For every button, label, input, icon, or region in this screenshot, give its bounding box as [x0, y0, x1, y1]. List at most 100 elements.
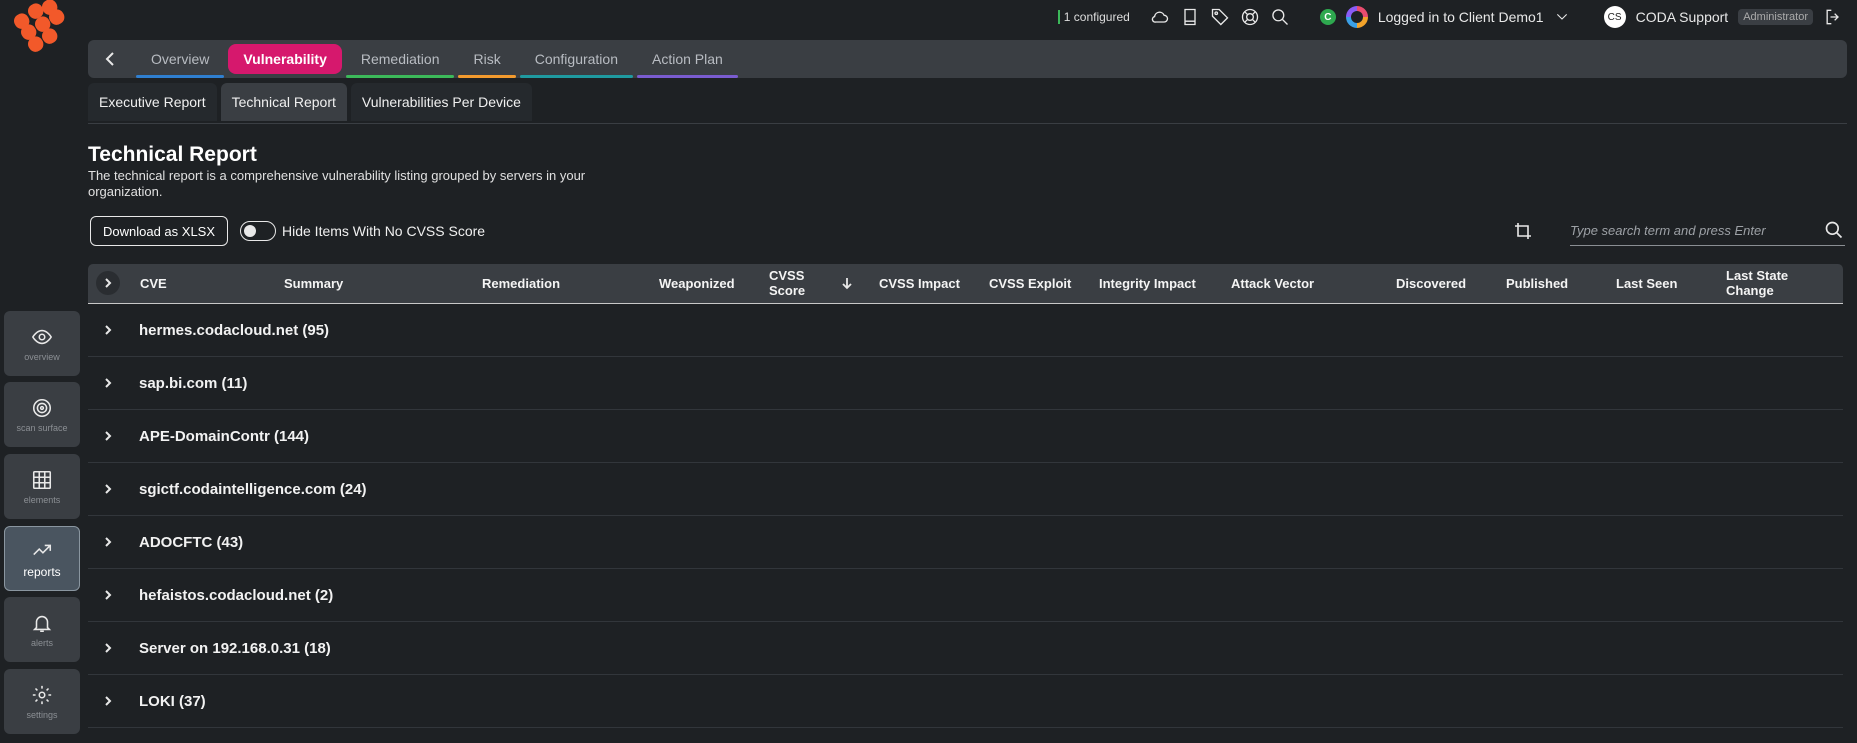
column-header-published[interactable]: Published	[1506, 264, 1568, 302]
sidebar-item-overview[interactable]: overview	[4, 311, 80, 376]
tab-label: Risk	[473, 51, 501, 67]
chevron-right-icon[interactable]	[102, 324, 114, 336]
chevron-right-icon[interactable]	[102, 483, 114, 495]
sidebar-item-scan-surface[interactable]: scan surface	[4, 382, 80, 447]
group-label: ADOCFTC (43)	[139, 533, 244, 551]
tab-label: Remediation	[360, 51, 440, 67]
sidebar-item-label: elements	[23, 494, 61, 505]
trend-icon	[33, 544, 52, 555]
tab-label: Vulnerability	[243, 51, 327, 67]
column-header-cve[interactable]: CVE	[140, 264, 167, 302]
search-icon[interactable]	[1824, 220, 1844, 240]
client-ring-icon	[1345, 6, 1368, 28]
client-label: Logged in to Client Demo1	[1377, 9, 1544, 25]
tab-overview[interactable]: Overview	[136, 44, 225, 78]
table-row[interactable]: LOKI (37)	[88, 675, 1843, 728]
search-icon[interactable]	[1270, 7, 1290, 27]
tab-risk[interactable]: Risk	[458, 44, 516, 78]
search-input[interactable]	[1570, 216, 1845, 245]
crop-icon[interactable]	[1514, 222, 1532, 240]
search-field-wrapper	[1570, 216, 1845, 246]
tab-underline	[136, 75, 225, 78]
sidebar-item-elements[interactable]: elements	[4, 454, 80, 519]
bell-icon	[32, 615, 52, 632]
expand-all-button[interactable]	[96, 271, 120, 295]
report-subtabs: Executive Report Technical Report Vulner…	[88, 83, 532, 121]
table-row[interactable]: sap.bi.com (11)	[88, 357, 1843, 410]
column-header-cvss-score[interactable]: CVSS Score	[769, 264, 819, 302]
back-button[interactable]	[100, 48, 122, 70]
column-header-summary[interactable]: Summary	[284, 264, 343, 302]
download-xlsx-button[interactable]: Download as XLSX	[90, 216, 229, 246]
chevron-right-icon[interactable]	[102, 536, 114, 548]
tab-underline	[345, 75, 455, 78]
page-title: Technical Report	[88, 143, 257, 166]
group-label: APE-DomainContr (144)	[139, 427, 310, 445]
column-header-discovered[interactable]: Discovered	[1396, 264, 1466, 302]
column-header-weaponized[interactable]: Weaponized	[659, 264, 735, 302]
chevron-right-icon[interactable]	[102, 589, 114, 601]
top-bar: 1 configured C Logged in to Client Demo1…	[90, 0, 1857, 34]
table-header: CVE Summary Remediation Weaponized CVSS …	[88, 264, 1843, 304]
target-icon	[32, 398, 52, 417]
group-label: sap.bi.com (11)	[139, 374, 248, 392]
column-header-last-seen[interactable]: Last Seen	[1616, 264, 1677, 302]
chevron-right-icon[interactable]	[102, 695, 114, 707]
help-lifebuoy-icon[interactable]	[1240, 7, 1260, 27]
tab-underline	[519, 75, 633, 78]
column-header-last-state-change[interactable]: Last State Change	[1726, 264, 1806, 302]
column-header-integrity-impact[interactable]: Integrity Impact	[1099, 264, 1196, 302]
tab-underline	[637, 75, 738, 78]
chevron-right-icon[interactable]	[102, 430, 114, 442]
tab-label: Overview	[151, 51, 210, 67]
role-badge: Administrator	[1738, 9, 1813, 25]
subtab-executive-report[interactable]: Executive Report	[88, 83, 217, 121]
column-header-attack-vector[interactable]: Attack Vector	[1231, 264, 1314, 302]
table-row[interactable]: APE-DomainContr (144)	[88, 410, 1843, 463]
table-row[interactable]: Server on 192.168.0.31 (18)	[88, 622, 1843, 675]
group-label: sgictf.codaintelligence.com (24)	[139, 480, 367, 498]
sidebar-item-label: scan surface	[16, 422, 68, 433]
sidebar-item-label: settings	[26, 709, 58, 720]
app-logo[interactable]	[12, 0, 70, 58]
avatar[interactable]: CS	[1603, 6, 1626, 28]
toggle-label: Hide Items With No CVSS Score	[282, 223, 486, 239]
tag-icon[interactable]	[1210, 7, 1230, 27]
tab-label: Action Plan	[652, 51, 723, 67]
cloud-icon[interactable]	[1150, 7, 1170, 27]
grid-icon	[32, 470, 52, 489]
table-row[interactable]: hefaistos.codacloud.net (2)	[88, 569, 1843, 622]
user-name[interactable]: CODA Support	[1636, 9, 1729, 25]
column-header-cvss-impact[interactable]: CVSS Impact	[879, 264, 960, 302]
page-description: The technical report is a comprehensive …	[88, 168, 586, 199]
sidebar-item-label: overview	[24, 351, 60, 362]
client-selector[interactable]: Logged in to Client Demo1	[1378, 7, 1572, 27]
subtab-vulnerabilities-per-device[interactable]: Vulnerabilities Per Device	[350, 83, 532, 121]
tab-vulnerability[interactable]: Vulnerability	[228, 44, 342, 74]
tab-action-plan[interactable]: Action Plan	[637, 44, 738, 78]
sidebar-item-reports[interactable]: reports	[4, 526, 80, 591]
tab-remediation[interactable]: Remediation	[345, 44, 455, 78]
book-icon[interactable]	[1180, 7, 1200, 27]
tab-configuration[interactable]: Configuration	[519, 44, 633, 78]
hide-no-cvss-toggle[interactable]	[240, 221, 276, 241]
sidebar-item-settings[interactable]: settings	[4, 669, 80, 734]
chevron-right-icon[interactable]	[102, 642, 114, 654]
gear-icon	[32, 685, 52, 704]
configured-indicator[interactable]: 1 configured	[1057, 10, 1130, 24]
sidebar-item-alerts[interactable]: alerts	[4, 597, 80, 662]
sort-descending-icon[interactable]	[840, 264, 854, 302]
subtab-technical-report[interactable]: Technical Report	[220, 83, 347, 121]
logout-icon[interactable]	[1823, 7, 1843, 27]
table-row[interactable]: hermes.codacloud.net (95)	[88, 304, 1843, 357]
group-label: hermes.codacloud.net (95)	[139, 321, 330, 339]
tab-underline	[458, 75, 516, 78]
group-label: LOKI (37)	[139, 692, 206, 710]
table-row[interactable]: sgictf.codaintelligence.com (24)	[88, 463, 1843, 516]
divider	[88, 123, 1847, 124]
chevron-right-icon[interactable]	[102, 377, 114, 389]
table-row[interactable]: ADOCFTC (43)	[88, 516, 1843, 569]
column-header-remediation[interactable]: Remediation	[482, 264, 560, 302]
column-header-cvss-exploit[interactable]: CVSS Exploit	[989, 264, 1071, 302]
sidebar-item-label: reports	[23, 564, 61, 579]
